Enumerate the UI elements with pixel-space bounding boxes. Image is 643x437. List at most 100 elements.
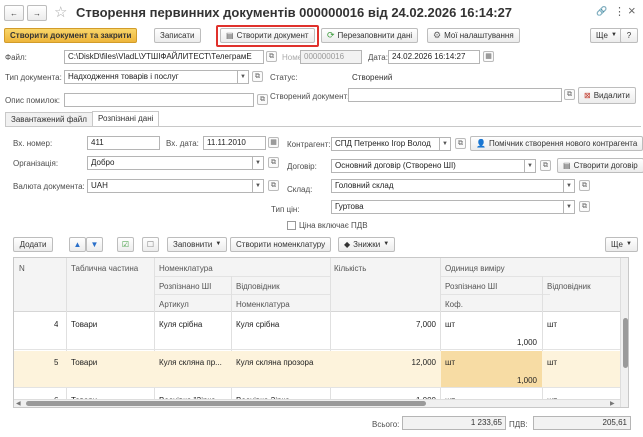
uncheck-icon: ☐ xyxy=(146,240,155,249)
create-contract-button[interactable]: ▤ Створити договір xyxy=(557,158,643,173)
created-doc-field[interactable] xyxy=(348,88,562,102)
check-all-button[interactable]: ☑ xyxy=(117,237,134,252)
create-and-close-button[interactable]: Створити документ та закрити xyxy=(4,28,138,43)
chevron-down-icon: ▼ xyxy=(215,241,222,247)
status-value: Створений xyxy=(352,73,393,82)
vertical-scrollbar[interactable] xyxy=(620,258,628,407)
calendar-icon[interactable]: ▦ xyxy=(483,51,494,62)
close-icon[interactable]: × xyxy=(628,3,636,18)
scroll-left-icon[interactable]: ◀ xyxy=(16,400,21,407)
file-label: Файл: xyxy=(5,53,27,62)
doctype-open-icon[interactable]: ⧉ xyxy=(252,71,263,82)
arrow-down-icon: ▼ xyxy=(90,240,99,249)
fill-button[interactable]: Заповнити ▼ xyxy=(167,237,228,252)
doctype-dropdown[interactable]: ▼ xyxy=(238,70,249,84)
move-down-button[interactable]: ▼ xyxy=(86,237,103,252)
user-icon: 👤 xyxy=(476,139,486,148)
doctype-field[interactable]: Надходження товарів і послуг xyxy=(64,70,238,84)
tab-recognized-data[interactable]: Розпізнані дані xyxy=(92,111,160,126)
row-part: Товари xyxy=(71,320,98,329)
vscroll-thumb[interactable] xyxy=(623,318,628,368)
col-unit-match: Відповідник xyxy=(547,282,591,291)
status-label: Статус: xyxy=(270,73,298,82)
warehouse-label: Склад: xyxy=(287,185,313,194)
star-icon[interactable]: ☆ xyxy=(54,3,67,21)
discounts-button[interactable]: ◆ Знижки ▼ xyxy=(338,237,396,252)
file-field[interactable]: C:\DiskD\files\VladL\УТШІФАЙЛИТЕСТ\Телег… xyxy=(64,50,264,64)
contractor-dropdown[interactable]: ▼ xyxy=(440,137,451,151)
in-date-field[interactable]: 11.11.2010 xyxy=(203,136,266,150)
refill-button[interactable]: ⟳ Перезаповнити дані xyxy=(321,28,419,43)
tab-loaded-file[interactable]: Завантажений файл xyxy=(5,112,93,126)
row-coef: 1,000 xyxy=(516,376,537,385)
row-unit-match: шт xyxy=(547,358,558,367)
move-up-button[interactable]: ▲ xyxy=(69,237,86,252)
created-doc-open-icon[interactable]: ⧉ xyxy=(564,89,575,100)
save-button[interactable]: Записати xyxy=(154,28,201,43)
new-contractor-helper-button[interactable]: 👤 Помічник створення нового контрагента xyxy=(470,136,643,151)
chevron-down-icon: ▼ xyxy=(625,241,632,247)
price-type-open-icon[interactable]: ⧉ xyxy=(579,201,590,212)
row-part: Товари xyxy=(71,358,98,367)
table-more-button[interactable]: Ще ▼ xyxy=(605,237,638,252)
price-type-dropdown[interactable]: ▼ xyxy=(564,200,575,214)
contractor-label: Контрагент: xyxy=(287,140,331,149)
scrollbar-thumb[interactable] xyxy=(26,401,426,406)
table-row-selected[interactable]: 5 Товари Куля скляна пр... Куля скляна п… xyxy=(14,351,628,388)
contractor-open-icon[interactable]: ⧉ xyxy=(455,138,466,149)
forward-button[interactable]: → xyxy=(27,5,47,21)
contractor-field[interactable]: СПД Петренко Ігор Волод xyxy=(331,137,440,151)
back-button[interactable]: ← xyxy=(4,5,24,21)
delete-button[interactable]: ⊠ Видалити xyxy=(578,87,636,104)
scroll-right-icon[interactable]: ▶ xyxy=(610,400,615,407)
date-field[interactable]: 24.02.2026 16:14:27 xyxy=(388,50,480,64)
contract-open-icon[interactable]: ⧉ xyxy=(540,160,551,171)
org-open-icon[interactable]: ⧉ xyxy=(268,157,279,168)
col-recognized-ai: Розпізнано ШІ xyxy=(159,282,212,291)
my-settings-button[interactable]: ⚙ Мої налаштування xyxy=(427,28,520,43)
warehouse-open-icon[interactable]: ⧉ xyxy=(579,180,590,191)
warehouse-field[interactable]: Головний склад xyxy=(331,179,564,193)
more-button[interactable]: Ще ▼ xyxy=(590,28,623,43)
org-label: Організація: xyxy=(13,159,59,168)
in-number-field[interactable]: 411 xyxy=(87,136,160,150)
row-match: Куля срібна xyxy=(236,320,280,329)
create-document-button[interactable]: ▤ Створити документ xyxy=(220,28,315,43)
errors-field[interactable] xyxy=(64,93,254,107)
items-table: N Таблична частина Номенклатура Розпізна… xyxy=(13,257,629,408)
add-row-button[interactable]: Додати xyxy=(13,237,53,252)
delete-icon: ⊠ xyxy=(584,91,591,100)
price-type-label: Тип цін: xyxy=(271,205,300,214)
more-icon[interactable]: ⋮ xyxy=(614,5,625,18)
doctype-label: Тип документа: xyxy=(5,73,62,82)
currency-field[interactable]: UAH xyxy=(87,179,253,193)
vat-checkbox[interactable] xyxy=(287,221,296,230)
in-date-calendar-icon[interactable]: ▦ xyxy=(268,137,279,148)
warehouse-dropdown[interactable]: ▼ xyxy=(564,179,575,193)
org-dropdown[interactable]: ▼ xyxy=(253,156,264,170)
uncheck-all-button[interactable]: ☐ xyxy=(142,237,159,252)
contract-field[interactable]: Основний договір (Створено ШІ) xyxy=(331,159,525,173)
created-doc-label: Створений документ: xyxy=(270,92,350,101)
vat-label: Ціна включає ПДВ xyxy=(299,221,368,230)
errors-label: Опис помилок: xyxy=(5,96,60,105)
errors-open-icon[interactable]: ⧉ xyxy=(257,94,268,105)
table-row[interactable]: 4 Товари Куля срібна Куля срібна 7,000 ш… xyxy=(14,313,628,350)
horizontal-scrollbar[interactable]: ◀ ▶ xyxy=(14,399,620,407)
row-recognized: Куля срібна xyxy=(159,320,203,329)
contract-dropdown[interactable]: ▼ xyxy=(525,159,536,173)
row-unit: шт xyxy=(445,358,456,367)
open-file-icon[interactable]: ⧉ xyxy=(266,51,277,62)
in-number-label: Вх. номер: xyxy=(13,139,53,148)
help-button[interactable]: ? xyxy=(620,28,638,43)
price-type-field[interactable]: Гуртова xyxy=(331,200,564,214)
title-bar: ← → ☆ Створення первинних документів 000… xyxy=(0,0,643,26)
window-title: Створення первинних документів 000000016… xyxy=(76,5,513,20)
create-nomenclature-button[interactable]: Створити номенклатуру xyxy=(230,237,332,252)
org-field[interactable]: Добро xyxy=(87,156,253,170)
row-match: Куля скляна прозора xyxy=(236,358,314,367)
link-icon[interactable]: 🔗 xyxy=(596,6,607,17)
currency-open-icon[interactable]: ⧉ xyxy=(268,180,279,191)
header-subdivider xyxy=(154,276,330,277)
currency-dropdown[interactable]: ▼ xyxy=(253,179,264,193)
